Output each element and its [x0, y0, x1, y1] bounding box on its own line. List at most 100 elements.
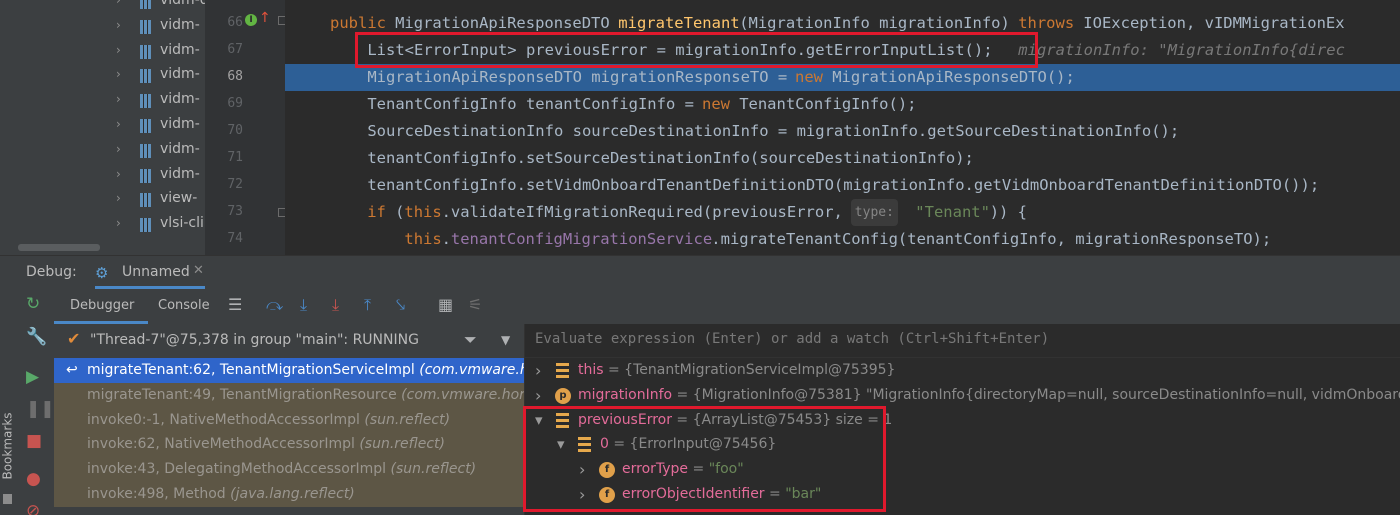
- evaluate-expression-icon[interactable]: ▦: [438, 295, 453, 314]
- variable-row[interactable]: › f errorObjectIdentifier = "bar": [525, 482, 1400, 507]
- run-to-cursor-icon[interactable]: ⤥: [396, 295, 405, 315]
- chevron-right-icon[interactable]: ›: [535, 358, 541, 383]
- stop-icon[interactable]: ■: [26, 431, 42, 451]
- chevron-right-icon[interactable]: ›: [116, 191, 121, 205]
- implements-marker-icon[interactable]: I: [245, 14, 257, 26]
- trace-stream-icon[interactable]: ⚟: [468, 295, 482, 314]
- editor-area: › vidm-d › vidm- › vidm- › vidm- › vidm- › vidm- › vi…: [0, 0, 1400, 255]
- step-over-icon[interactable]: ⤓: [300, 295, 307, 315]
- code-token: tenantConfigInfo.setVidmOnboardTenantDef…: [330, 176, 1320, 194]
- chevron-down-icon[interactable]: ▼: [501, 333, 510, 347]
- variable-row[interactable]: › p migrationInfo = {MigrationInfo@75381} …: [525, 383, 1400, 408]
- frames-panel: ✔ "Thread-7"@75,378 in group "main": RUN…: [54, 324, 525, 515]
- filter-icon[interactable]: ⏷: [464, 330, 477, 350]
- checkmark-icon: ✔: [67, 329, 81, 348]
- stack-frame[interactable]: migrateTenant:49, TenantMigrationResourc…: [54, 382, 524, 408]
- chevron-right-icon[interactable]: ›: [116, 216, 121, 230]
- tree-item[interactable]: › vidm-: [0, 40, 205, 64]
- tree-item[interactable]: › vidm-: [0, 139, 205, 163]
- pause-icon[interactable]: ❚❚: [26, 399, 55, 419]
- variable-row[interactable]: ▾ 0 = {ErrorInput@75456}: [525, 432, 1400, 457]
- override-arrow-icon[interactable]: ↑: [259, 10, 271, 26]
- variable-row[interactable]: › this = {TenantMigrationServiceImpl@7539…: [525, 358, 1400, 383]
- step-out-icon[interactable]: ⤒: [364, 295, 371, 315]
- parameter-icon: p: [555, 387, 571, 404]
- tree-item[interactable]: › vidm-: [0, 89, 205, 113]
- stack-frame[interactable]: ↩ migrateTenant:62, TenantMigrationServic…: [54, 358, 524, 383]
- chevron-right-icon[interactable]: ›: [116, 18, 121, 32]
- variable-text: errorObjectIdentifier = "bar": [622, 482, 821, 507]
- layout-menu-icon[interactable]: ☰: [228, 295, 242, 314]
- code-line[interactable]: if (this .validateIfMigrationRequired(pre…: [285, 199, 1400, 226]
- chevron-right-icon[interactable]: ›: [116, 117, 121, 131]
- chevron-right-icon[interactable]: ›: [116, 0, 121, 7]
- bookmark-icon[interactable]: [3, 494, 12, 504]
- tab-unnamed[interactable]: ⚙ Unnamed ✕: [95, 259, 210, 289]
- list-icon: [556, 412, 569, 428]
- mute-breakpoints-icon[interactable]: ⊘: [26, 501, 40, 515]
- step-into-icon[interactable]: ⤓: [332, 295, 339, 315]
- code-line[interactable]: tenantConfigInfo.setVidmOnboardTenantDef…: [285, 172, 1400, 199]
- chevron-down-icon[interactable]: ▾: [557, 432, 565, 457]
- tab-debugger[interactable]: Debugger: [70, 298, 134, 313]
- code-token: if: [367, 203, 396, 221]
- chevron-right-icon[interactable]: ›: [579, 482, 585, 507]
- variable-name: migrationInfo: [578, 386, 673, 403]
- current-execution-line[interactable]: MigrationApiResponseDTO migrationRespons…: [285, 64, 1400, 91]
- stack-frame[interactable]: invoke:62, NativeMethodAccessorImpl (sun…: [54, 432, 524, 458]
- evaluate-expression-input[interactable]: Evaluate expression (Enter) or add a wat…: [525, 324, 1400, 358]
- stack-frame[interactable]: invoke0:-1, NativeMethodAccessorImpl (su…: [54, 407, 524, 433]
- bookmarks-label[interactable]: Bookmarks: [1, 412, 15, 479]
- line-number: 70: [227, 123, 243, 138]
- tree-item[interactable]: › view-: [0, 188, 205, 212]
- chevron-right-icon[interactable]: ›: [535, 383, 541, 408]
- tree-item[interactable]: › vidm-: [0, 164, 205, 188]
- module-folder-icon: [140, 44, 151, 59]
- chevron-right-icon[interactable]: ›: [116, 142, 121, 156]
- code-line[interactable]: TenantConfigInfo tenantConfigInfo = new …: [285, 91, 1400, 118]
- code-line[interactable]: public MigrationApiResponseDTO migrateTe…: [285, 10, 1400, 37]
- thread-selector[interactable]: ✔ "Thread-7"@75,378 in group "main": RUN…: [54, 324, 524, 359]
- code-line[interactable]: SourceDestinationInfo sourceDestinationI…: [285, 118, 1400, 145]
- debugger-toolbar: Debugger Console ☰ ⤼ ⤓ ⤓ ⤒ ⤥ ▦ ⚟: [54, 289, 1400, 325]
- chevron-right-icon[interactable]: ›: [116, 167, 121, 181]
- code-line[interactable]: tenantConfigInfo.setSourceDestinationInf…: [285, 145, 1400, 172]
- chevron-right-icon[interactable]: ›: [116, 92, 121, 106]
- chevron-right-icon[interactable]: ›: [116, 43, 121, 57]
- line-gutter[interactable]: I ↑ 66 67 68 69 70 71 72 73 74: [205, 0, 287, 255]
- tree-item[interactable]: › vlsi-cli: [0, 213, 205, 237]
- view-breakpoints-icon[interactable]: ●: [26, 469, 41, 489]
- horizontal-scrollbar[interactable]: [18, 244, 100, 251]
- variable-text: errorType = "foo": [622, 457, 744, 482]
- variable-name: 0: [600, 436, 609, 453]
- project-tree[interactable]: › vidm-d › vidm- › vidm- › vidm- › vidm- › vidm- › vi…: [0, 0, 205, 255]
- module-folder-icon: [140, 168, 151, 183]
- tree-item[interactable]: › vidm-: [0, 15, 205, 39]
- code-editor[interactable]: public MigrationApiResponseDTO migrateTe…: [285, 0, 1400, 255]
- tree-item[interactable]: › vidm-: [0, 114, 205, 138]
- chevron-right-icon[interactable]: ›: [579, 457, 585, 482]
- code-token: MigrationApiResponseDTO: [395, 14, 620, 32]
- variable-text: 0 = {ErrorInput@75456}: [600, 432, 776, 457]
- variable-row[interactable]: › f errorType = "foo": [525, 457, 1400, 482]
- wrench-icon[interactable]: 🔧: [26, 327, 47, 347]
- stack-frame[interactable]: invoke:43, DelegatingMethodAccessorImpl …: [54, 457, 524, 483]
- code-token: tenantConfigMigrationService: [450, 230, 713, 248]
- stack-frame[interactable]: invoke:498, Method (java.lang.reflect): [54, 482, 524, 507]
- tab-console[interactable]: Console: [158, 298, 210, 313]
- variable-row[interactable]: ▾ previousError = {ArrayList@75453} size …: [525, 408, 1400, 433]
- code-line[interactable]: this. tenantConfigMigrationService .migrat…: [285, 226, 1400, 253]
- tree-item[interactable]: › vidm-d: [0, 0, 205, 14]
- code-line[interactable]: List<ErrorInput> previousError = migrati…: [285, 37, 1400, 64]
- code-token: )) {: [989, 203, 1028, 221]
- resume-icon[interactable]: ▶: [26, 367, 39, 387]
- rerun-icon[interactable]: ↻: [26, 294, 40, 314]
- show-execution-point-icon[interactable]: ⤼: [266, 295, 283, 315]
- variable-value: = {ArrayList@75453} size = 1: [671, 411, 893, 428]
- tree-item[interactable]: › vidm-: [0, 64, 205, 88]
- close-icon[interactable]: ✕: [193, 263, 204, 278]
- frame-method: invoke:62, NativeMethodAccessorImpl: [87, 436, 360, 453]
- code-token: .migrateTenantConfig(tenantConfigInfo, m…: [711, 230, 1272, 248]
- chevron-down-icon[interactable]: ▾: [535, 408, 543, 433]
- chevron-right-icon[interactable]: ›: [116, 67, 121, 81]
